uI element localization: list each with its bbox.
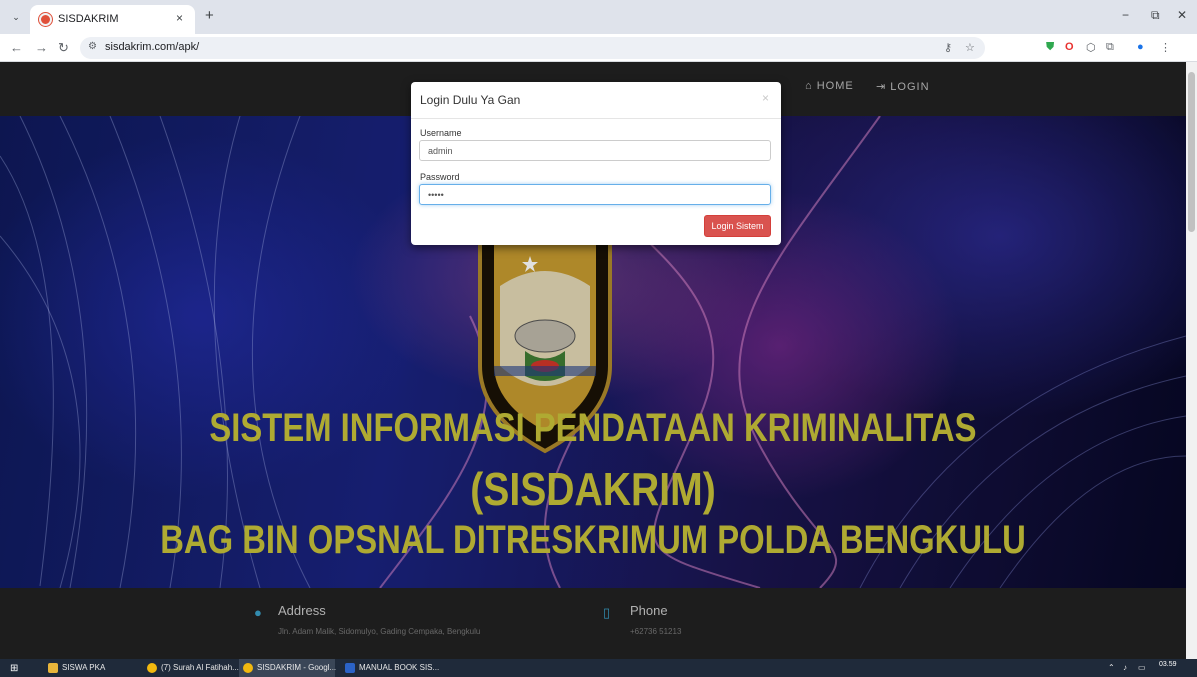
browser-menu-icon[interactable]: ⋮ [1160, 41, 1171, 54]
taskbar-item-manual-book[interactable]: MANUAL BOOK SIS... [341, 659, 439, 677]
word-icon [345, 663, 355, 673]
browser-tab-strip: ⌄ SISDAKRIM × + − ⧉ ✕ [0, 0, 1197, 34]
shield-extension-icon[interactable]: ⛊ [1046, 41, 1054, 54]
login-modal: Login Dulu Ya Gan × Username Password Lo… [411, 82, 781, 245]
chrome-icon [243, 663, 253, 673]
address-bar[interactable]: ⚙ sisdakrim.com/apk/ ⚷ ☆ [80, 37, 985, 59]
taskbar-item-sisdakrim[interactable]: SISDAKRIM - Googl... [239, 659, 337, 677]
profile-avatar-icon[interactable]: ● [1137, 41, 1144, 53]
username-label: Username [420, 128, 462, 138]
extension-icon[interactable]: ⬡ [1086, 41, 1096, 54]
folder-icon [48, 663, 58, 673]
password-label: Password [420, 172, 460, 182]
modal-title: Login Dulu Ya Gan [420, 93, 521, 107]
windows-taskbar: ⊞ SISWA PKA (7) Surah Al Fatihah... SISD… [0, 659, 1197, 677]
extensions-puzzle-icon[interactable]: ⧉ [1106, 41, 1114, 54]
taskbar-item-surah[interactable]: (7) Surah Al Fatihah... [143, 659, 239, 677]
new-tab-button[interactable]: + [205, 7, 214, 24]
taskbar-item-label: SISWA PKA [62, 663, 106, 672]
forward-icon[interactable]: → [35, 40, 48, 55]
tray-chevron-icon[interactable]: ⌃ [1108, 663, 1115, 672]
tab-close-icon[interactable]: × [176, 11, 183, 25]
tab-search-chevron-icon[interactable]: ⌄ [8, 9, 24, 25]
restore-icon[interactable]: ⧉ [1151, 8, 1160, 23]
reload-icon[interactable]: ↻ [58, 40, 69, 56]
login-submit-button[interactable]: Login Sistem [704, 215, 771, 237]
taskbar-item-siswa-pka[interactable]: SISWA PKA [44, 659, 136, 677]
volume-icon[interactable]: ♪ [1123, 663, 1127, 672]
opera-extension-icon[interactable]: O [1065, 41, 1074, 53]
browser-toolbar: ← → ↻ ⚙ sisdakrim.com/apk/ ⚷ ☆ ⛊ O ⬡ ⧉ ●… [0, 34, 1197, 62]
windows-start-icon[interactable]: ⊞ [10, 663, 18, 674]
minimize-icon[interactable]: − [1122, 8, 1129, 22]
scrollbar-thumb[interactable] [1188, 72, 1195, 232]
network-icon[interactable]: ▭ [1138, 663, 1146, 672]
username-input[interactable] [419, 140, 771, 161]
chrome-icon [147, 663, 157, 673]
back-icon[interactable]: ← [10, 40, 23, 55]
window-close-icon[interactable]: ✕ [1177, 8, 1187, 22]
modal-divider [411, 118, 781, 119]
site-info-icon[interactable]: ⚙ [88, 41, 97, 52]
browser-tab[interactable]: SISDAKRIM × [30, 5, 195, 34]
site-favicon-icon [39, 13, 52, 26]
page-scrollbar[interactable] [1186, 62, 1197, 659]
taskbar-clock[interactable]: 03.59 [1159, 661, 1177, 668]
modal-close-icon[interactable]: × [762, 91, 769, 105]
tab-title: SISDAKRIM [58, 13, 119, 25]
taskbar-item-label: (7) Surah Al Fatihah... [161, 663, 239, 672]
taskbar-item-label: MANUAL BOOK SIS... [359, 663, 440, 672]
bookmark-star-icon[interactable]: ☆ [965, 41, 975, 54]
password-input[interactable] [419, 184, 771, 205]
url-text[interactable]: sisdakrim.com/apk/ [105, 41, 199, 53]
taskbar-item-label: SISDAKRIM - Googl... [257, 663, 337, 672]
password-key-icon[interactable]: ⚷ [944, 41, 952, 54]
web-page: ⌂ HOME ⇥ LOGIN SISTEM INFORMASI PENDATAA… [0, 62, 1186, 659]
